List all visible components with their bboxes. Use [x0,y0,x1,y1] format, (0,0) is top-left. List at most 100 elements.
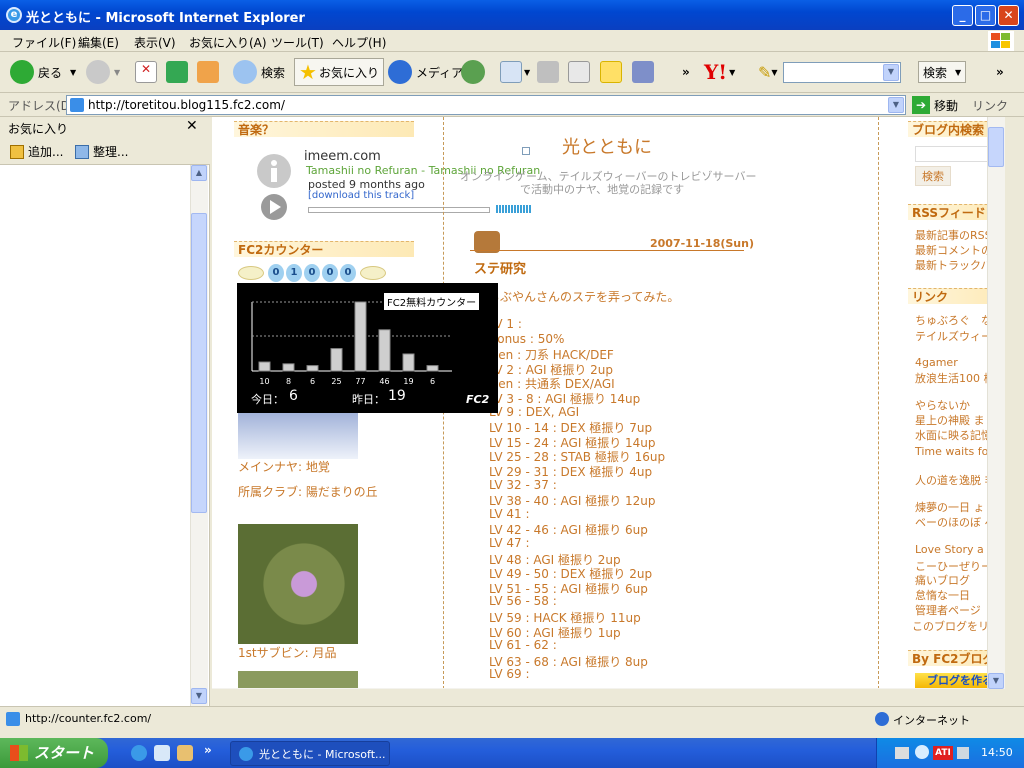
menu-file[interactable]: ファイル(F) [12,34,76,51]
organize-favorites-button[interactable]: 整理... [75,143,128,160]
yahoo-search-dropdown-icon[interactable]: ▼ [883,64,899,81]
address-dropdown-icon[interactable]: ▼ [888,97,904,113]
pen-icon: ✎ [758,62,772,82]
main-character-link[interactable]: メインナヤ: 地覚 [238,458,330,475]
quicklaunch-app-icon[interactable] [177,745,193,761]
link-item[interactable]: 煉夢の一日 ょ [915,499,985,515]
menu-tools[interactable]: ツール(T) [271,34,324,51]
sub-character-image [238,524,358,644]
yahoo-menu-button[interactable]: Y! ▼ [704,58,735,86]
yahoo-search-button[interactable]: 検索 ▼ [918,61,967,83]
address-bar: アドレス(D) http://toretitou.blog115.fc2.com… [0,93,1024,117]
stop-icon: ✕ [135,61,157,83]
tray-expand-icon[interactable] [915,745,929,759]
yahoo-overflow-chevron-icon[interactable]: » [996,58,1004,86]
mail-button[interactable]: ▼ [500,58,530,86]
home-button[interactable] [197,58,219,86]
link-item[interactable]: 水面に映る記憶 [915,427,992,443]
page-scroll-thumb[interactable] [988,127,1004,167]
post-title[interactable]: ステ研究 [474,258,526,277]
menu-view[interactable]: 表示(V) [134,34,176,51]
highlighter-button[interactable]: ✎ ▼ [758,58,778,86]
link-item[interactable]: 星上の神殿 ま [915,412,985,428]
maximize-button[interactable]: □ [975,5,996,26]
sub-character-link[interactable]: 1stサブビン: 月品 [238,644,336,661]
download-link[interactable]: [download this track] [308,190,414,201]
link-item[interactable]: やらないか [915,397,970,413]
volume-icon[interactable] [957,747,969,759]
play-icon[interactable] [260,193,288,221]
history-button[interactable] [461,58,489,86]
favorites-scroll-thumb[interactable] [191,213,207,513]
counter-digit: 0 [340,264,356,282]
close-button[interactable]: ✕ [998,5,1019,26]
post-line: LV 9 : DEX, AGI [489,405,580,419]
taskbar-window-button[interactable]: 光とともに - Microsoft... [230,741,390,766]
toolbar-overflow-chevron-icon[interactable]: » [682,58,690,86]
link-item[interactable]: Love Story a [915,543,984,556]
discuss-button[interactable] [600,58,622,86]
clock: 14:50 [981,746,1013,759]
print-button[interactable] [537,58,559,86]
edit-button[interactable] [568,58,590,86]
address-input[interactable]: http://toretitou.blog115.fc2.com/ ▼ [66,95,906,115]
track-progress-bar[interactable] [308,207,490,213]
counter-bar-label: 10 [259,377,269,386]
add-favorite-button[interactable]: 追加... [10,143,63,160]
search-button[interactable]: 検索 [233,58,285,86]
favorites-button[interactable]: ★ お気に入り [294,58,384,86]
counter-bar [354,301,367,372]
counter-bar [426,365,439,372]
rss-link[interactable]: 最新記事のRSS [915,227,992,243]
messenger-button[interactable] [632,58,654,86]
link-item[interactable]: 管理者ページ [915,602,981,618]
counter-bar-label: 25 [331,377,341,386]
taskbar-window-label: 光とともに - Microsoft... [259,747,386,761]
post-line: LV 56 - 58 : [489,594,557,608]
menu-help[interactable]: ヘルプ(H) [332,34,386,51]
scroll-down-icon[interactable]: ▼ [191,688,207,704]
link-item[interactable]: 怠惰な一日 [915,587,970,603]
refresh-button[interactable] [166,58,188,86]
start-button[interactable]: スタート [0,738,108,768]
windows-logo-icon [988,31,1014,51]
yahoo-search-input[interactable]: ▼ [783,62,901,83]
counter-digit: 1 [286,264,302,282]
keyboard-icon[interactable] [895,747,909,759]
page-horizontal-scrollbar[interactable] [212,688,987,689]
blog-title[interactable]: 光とともに [562,133,652,159]
ati-icon[interactable]: ATI [933,746,953,760]
menu-edit[interactable]: 編集(E) [78,34,119,51]
back-button[interactable]: 戻る ▼ [10,58,76,86]
quicklaunch-chevron-icon[interactable]: » [204,743,212,757]
club-link[interactable]: 所属クラブ: 陽だまりの丘 [238,483,378,500]
forward-button[interactable]: ▼ [86,58,120,86]
internet-zone-icon [875,712,889,726]
go-arrow-icon: ➔ [912,96,930,114]
ie-icon: e [6,7,22,23]
stop-button[interactable]: ✕ [135,58,157,86]
favorites-tools: 追加... 整理... [0,139,210,165]
home-icon [197,61,219,83]
favorites-close-icon[interactable]: ✕ [186,118,198,134]
links-toolbar-label[interactable]: リンク [972,97,1008,114]
page-vertical-scrollbar[interactable]: ▼ [987,117,1005,689]
quicklaunch-mediaplayer-icon[interactable] [154,745,170,761]
blog-search-button[interactable]: 検索 [915,166,951,186]
quicklaunch-ie-icon[interactable] [131,745,147,761]
link-item[interactable]: 痛いブログ [915,572,970,588]
page-scroll-down-icon[interactable]: ▼ [988,673,1004,689]
favorites-scrollbar[interactable]: ▲ ▼ [190,165,208,706]
link-item[interactable]: ちゅぶろぐ な [915,312,992,328]
today-label: 今日： [251,393,284,406]
link-item[interactable]: 放浪生活100 様 [915,370,995,386]
link-item[interactable]: 4gamer [915,356,958,369]
media-button[interactable]: メディア [388,58,463,86]
minimize-button[interactable]: _ [952,5,973,26]
go-button[interactable]: ➔ 移動 [912,95,958,115]
title-bar[interactable]: e 光とともに - Microsoft Internet Explorer _ … [0,0,1024,30]
favorites-pane: お気に入り ✕ 追加... 整理... ▲ ▼ [0,117,210,706]
scroll-up-icon[interactable]: ▲ [191,165,207,181]
counter-section-title: FC2カウンター [234,241,414,257]
menu-favorites[interactable]: お気に入り(A) [189,34,267,51]
